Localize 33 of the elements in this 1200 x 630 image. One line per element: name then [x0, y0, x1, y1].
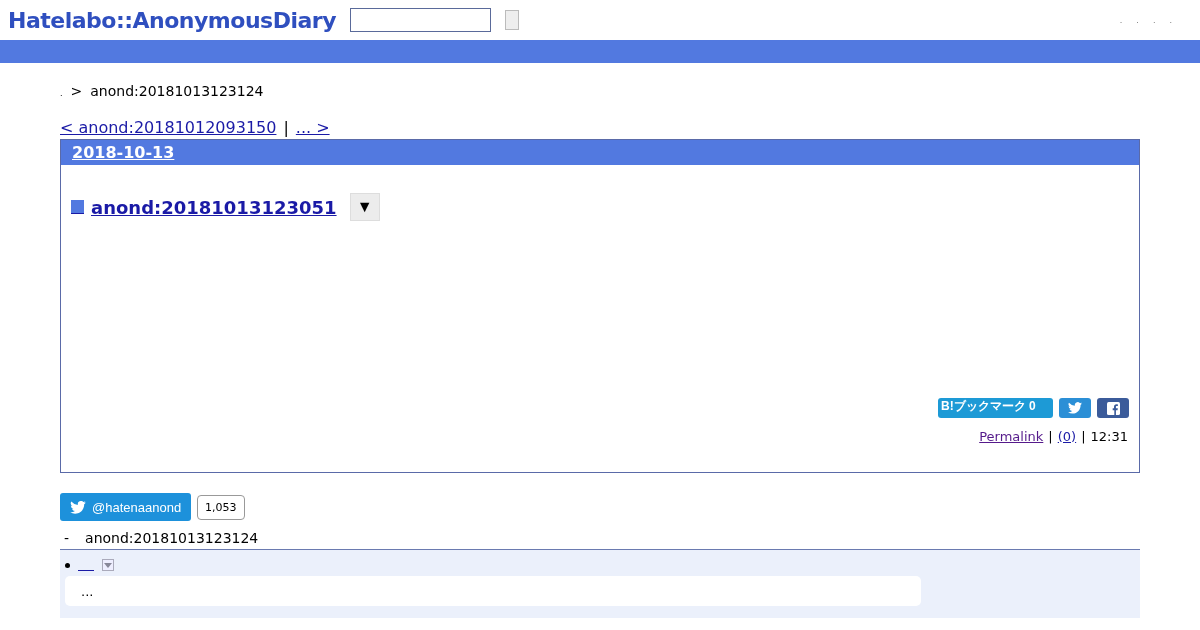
- header-link[interactable]: .: [1152, 15, 1156, 25]
- breadcrumb-separator: >: [70, 83, 83, 99]
- header-link[interactable]: .: [1119, 15, 1123, 25]
- footer-separator: |: [1081, 429, 1086, 444]
- menu-button[interactable]: ▼: [349, 193, 380, 221]
- dropdown-button[interactable]: [102, 559, 114, 571]
- permalink[interactable]: Permalink: [979, 429, 1044, 444]
- site-logo[interactable]: Hatelabo::AnonymousDiary: [8, 7, 336, 33]
- caret-icon: [104, 562, 112, 568]
- breadcrumb-current: anond:20181013123124: [90, 83, 264, 99]
- follower-count: 1,053: [197, 494, 245, 520]
- square-icon: [71, 200, 84, 214]
- date-link[interactable]: 2018-10-13: [72, 143, 175, 162]
- header-link[interactable]: .: [1169, 15, 1172, 25]
- bird-icon: [70, 500, 86, 514]
- search-field[interactable]: [350, 8, 491, 32]
- breadcrumb-link[interactable]: .: [60, 89, 63, 98]
- comments-link[interactable]: (0): [1057, 429, 1077, 444]
- pager-separator: |: [283, 118, 289, 137]
- facebook-share-button[interactable]: [1097, 398, 1129, 418]
- next-link[interactable]: ... >: [295, 118, 364, 137]
- twitter-share-button[interactable]: [1059, 398, 1091, 418]
- trackback-heading: anond:20181013123124: [85, 530, 259, 546]
- bird-icon: [1068, 402, 1082, 414]
- post-time: 12:31: [1090, 429, 1128, 444]
- entry-title-link[interactable]: anond:20181013123051: [91, 196, 337, 218]
- trackback-excerpt: ...: [65, 576, 921, 606]
- f-icon: [1106, 401, 1120, 415]
- bullet-icon: [65, 562, 70, 568]
- trackback-dash: -: [64, 530, 70, 546]
- footer-separator: |: [1048, 429, 1053, 444]
- header-link[interactable]: .: [1136, 15, 1139, 25]
- prev-link[interactable]: < anond:20181012093150: [60, 118, 277, 137]
